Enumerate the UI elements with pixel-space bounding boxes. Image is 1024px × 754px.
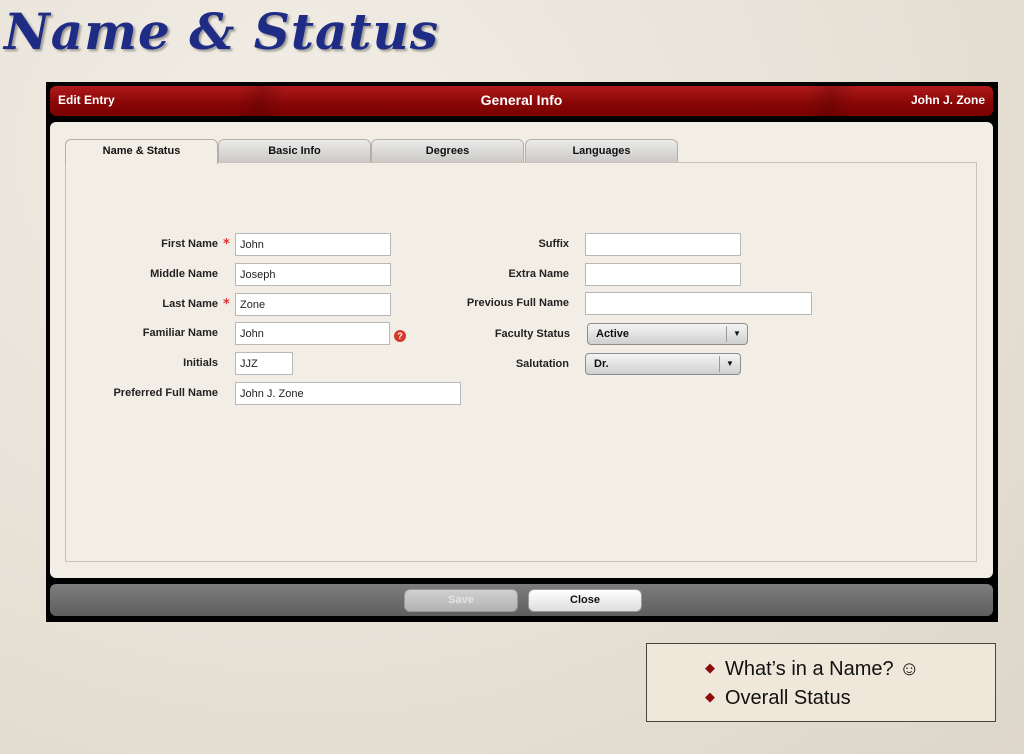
familiar-name-field[interactable] — [235, 322, 390, 345]
close-button[interactable]: Close — [528, 589, 642, 612]
help-icon[interactable]: ? — [394, 330, 406, 342]
tab-basic-info[interactable]: Basic Info — [218, 139, 371, 163]
familiar-name-label: Familiar Name — [142, 327, 218, 339]
faculty-status-value: Active — [596, 328, 630, 340]
preferred-full-name-label: Preferred Full Name — [113, 387, 218, 399]
suffix-field[interactable] — [585, 233, 741, 256]
header-title: General Info — [480, 92, 563, 108]
save-button[interactable]: Save — [404, 589, 518, 612]
required-marker: * — [223, 237, 230, 252]
name-status-panel: First Name * Middle Name Last Name * Fam… — [65, 162, 977, 562]
window-footer: Save Close — [50, 584, 993, 616]
first-name-label: First Name — [161, 238, 218, 250]
last-name-label: Last Name — [162, 298, 218, 310]
chevron-down-icon: ▼ — [726, 326, 747, 342]
notes-box: ◆ What’s in a Name? ☺ ◆ Overall Status — [646, 643, 996, 722]
slide-title: Name & Status — [4, 2, 439, 61]
window-body: Name & Status Basic Info Degrees Languag… — [50, 122, 993, 578]
window-header: Edit Entry General Info John J. Zone — [50, 86, 993, 116]
edit-entry-window: Edit Entry General Info John J. Zone Nam… — [46, 82, 998, 622]
preferred-full-name-field[interactable] — [235, 382, 461, 405]
salutation-select[interactable]: Dr. ▼ — [585, 353, 741, 375]
tab-degrees[interactable]: Degrees — [371, 139, 524, 163]
salutation-value: Dr. — [594, 358, 609, 370]
chevron-down-icon: ▼ — [719, 356, 740, 372]
extra-name-field[interactable] — [585, 263, 741, 286]
required-marker: * — [223, 297, 230, 312]
note-text: What’s in a Name? ☺ — [725, 658, 920, 680]
middle-name-label: Middle Name — [150, 268, 218, 280]
faculty-status-select[interactable]: Active ▼ — [587, 323, 748, 345]
previous-full-name-field[interactable] — [585, 292, 812, 315]
last-name-field[interactable] — [235, 293, 391, 316]
faculty-status-label: Faculty Status — [494, 328, 570, 340]
previous-full-name-label: Previous Full Name — [466, 297, 569, 309]
note-item: ◆ Overall Status — [705, 687, 851, 710]
first-name-field[interactable] — [235, 233, 391, 256]
middle-name-field[interactable] — [235, 263, 391, 286]
diamond-bullet-icon: ◆ — [705, 660, 715, 675]
note-item: ◆ What’s in a Name? ☺ — [705, 658, 920, 681]
extra-name-label: Extra Name — [508, 268, 569, 280]
note-text: Overall Status — [725, 687, 851, 709]
initials-field[interactable] — [235, 352, 293, 375]
header-user-name: John J. Zone — [910, 93, 985, 107]
salutation-label: Salutation — [515, 358, 569, 370]
initials-label: Initials — [183, 357, 218, 369]
tab-name-status[interactable]: Name & Status — [65, 139, 218, 164]
diamond-bullet-icon: ◆ — [705, 689, 715, 704]
suffix-label: Suffix — [538, 238, 569, 250]
tab-languages[interactable]: Languages — [525, 139, 678, 163]
